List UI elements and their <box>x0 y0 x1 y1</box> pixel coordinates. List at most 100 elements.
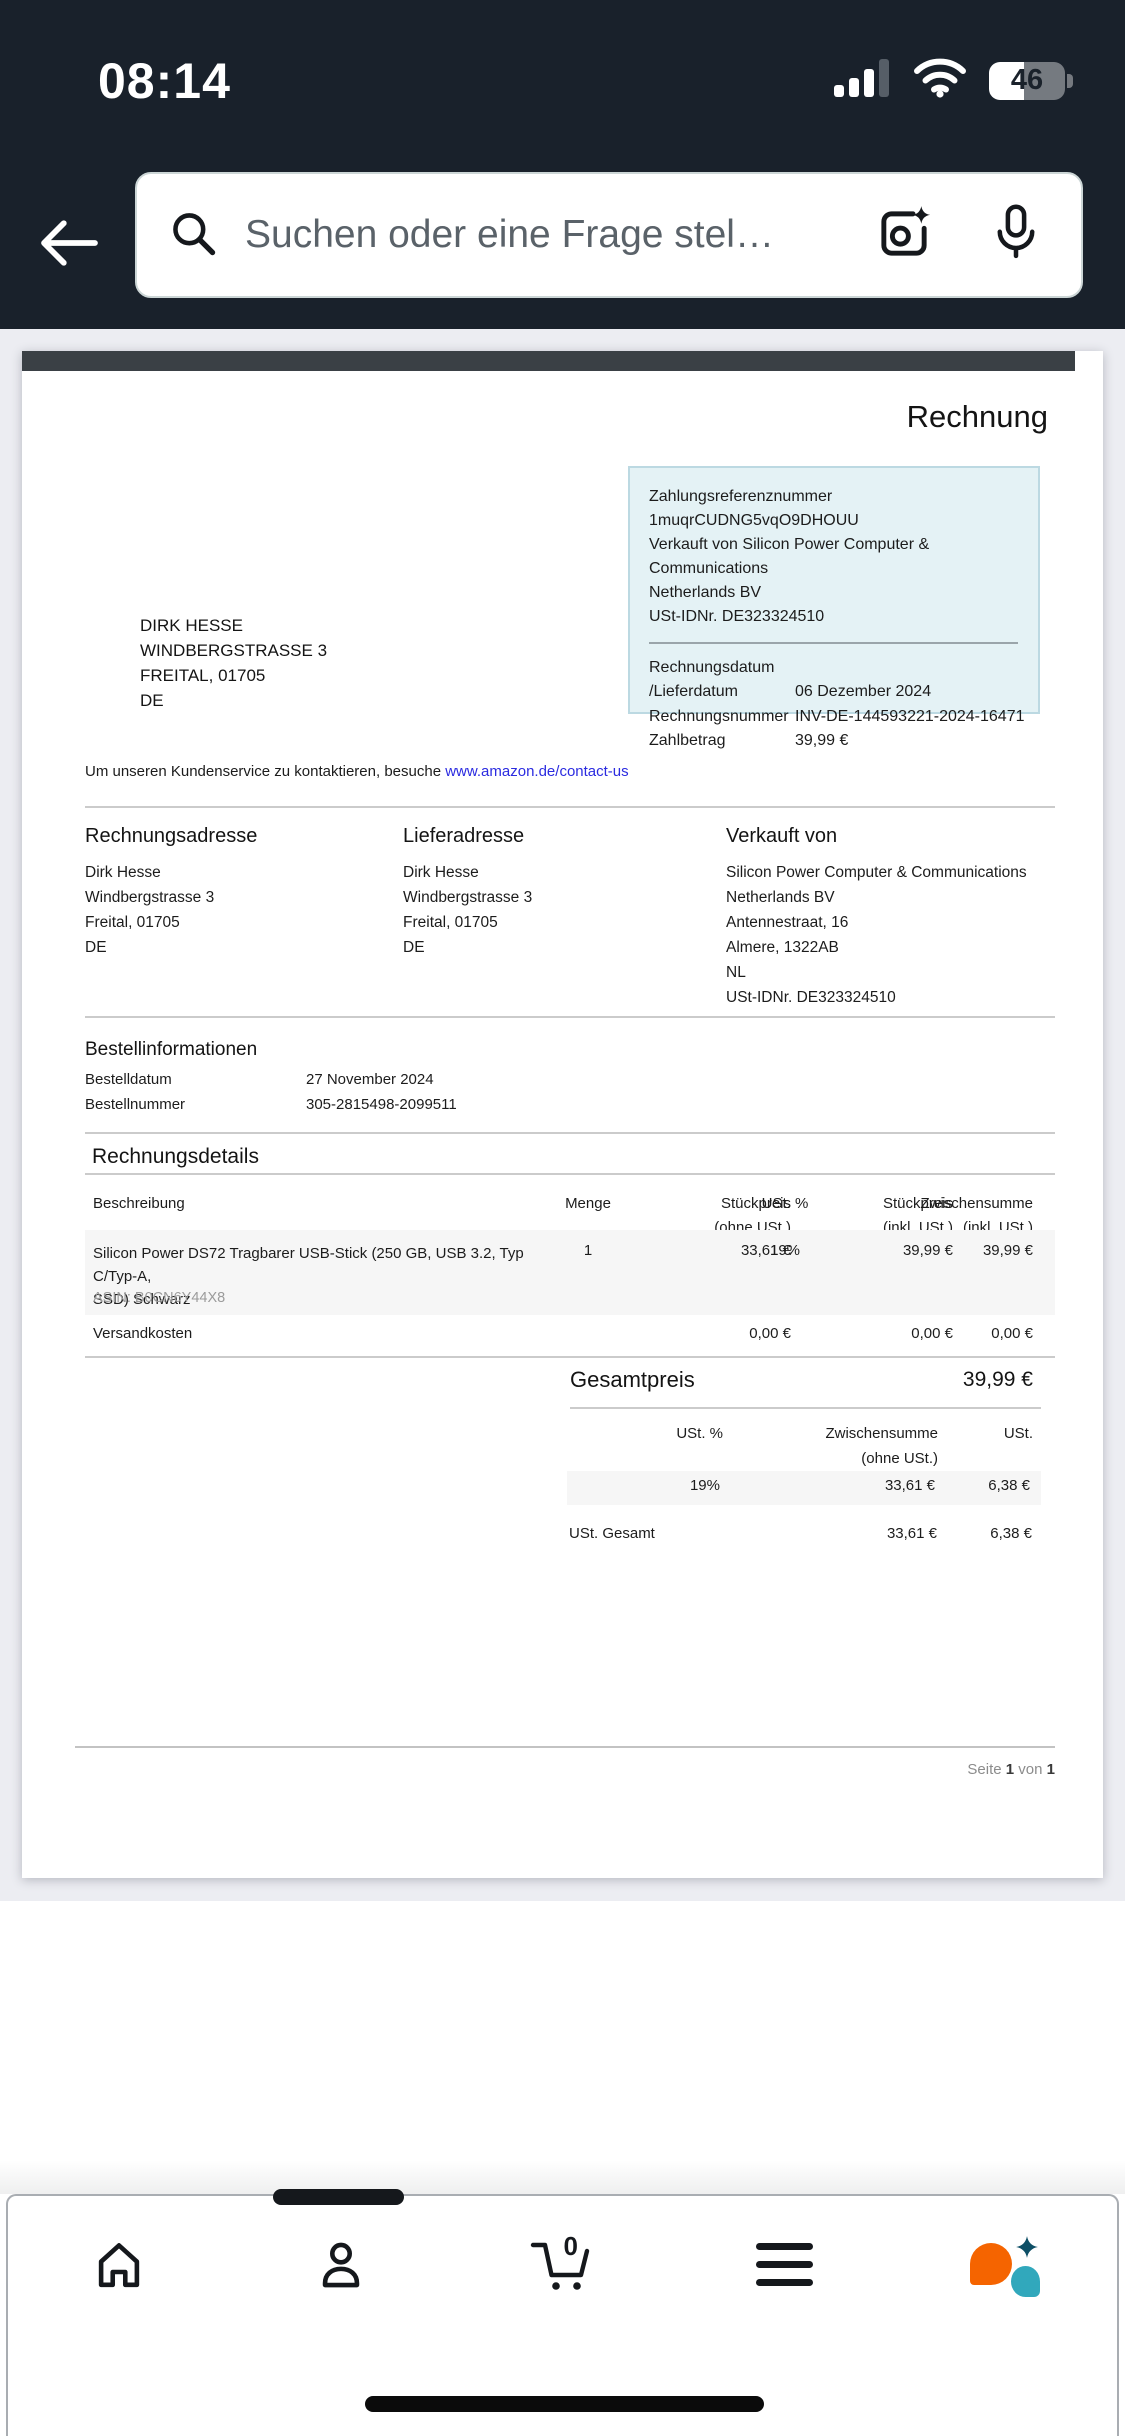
vat-header-vat: USt. <box>943 1421 1033 1446</box>
wifi-icon <box>913 58 967 103</box>
home-indicator[interactable] <box>365 2396 764 2412</box>
amount-value: 39,99 € <box>795 729 1038 753</box>
vat-row-net: 33,61 € <box>735 1477 935 1494</box>
page-number: Seite 1 von 1 <box>967 1761 1055 1778</box>
search-row: Suchen oder eine Frage stel… <box>0 160 1125 310</box>
search-bar[interactable]: Suchen oder eine Frage stel… <box>135 172 1083 298</box>
nav-profile-button[interactable] <box>230 2236 452 2296</box>
battery-icon: 46 <box>989 62 1073 100</box>
item-quantity: 1 <box>548 1242 628 1259</box>
billing-line: Dirk Hesse <box>85 860 257 885</box>
order-number-row: Bestellnummer 305-2815498-2099511 <box>85 1092 457 1117</box>
order-date-value: 27 November 2024 <box>306 1067 434 1092</box>
clock: 08:14 <box>98 52 231 110</box>
search-icon <box>167 207 219 264</box>
order-number-value: 305-2815498-2099511 <box>306 1092 457 1117</box>
cart-count-badge: 0 <box>563 2231 577 2262</box>
shipping-line: DE <box>403 935 532 960</box>
customer-service-text: Um unseren Kundenservice zu kontaktieren… <box>85 763 445 780</box>
profile-icon <box>312 2236 370 2297</box>
invoice-date-value: 06 Dezember 2024 <box>795 680 1038 704</box>
amount-row: Zahlbetrag 39,99 € <box>649 729 1038 753</box>
vat-header-net-l2: (ohne USt.) <box>738 1446 938 1471</box>
line-item-row: Silicon Power DS72 Tragbarer USB-Stick (… <box>85 1230 1055 1315</box>
vat-row-vat: 6,38 € <box>940 1477 1030 1494</box>
page-num: 1 <box>1006 1761 1014 1778</box>
sold-by-line: Verkauft von Silicon Power Computer & Co… <box>649 533 1038 581</box>
item-name-l1: Silicon Power DS72 Tragbarer USB-Stick (… <box>93 1242 553 1288</box>
header-subtotal-l1: Zwischensumme <box>843 1192 1033 1216</box>
amount-label: Zahlbetrag <box>649 729 795 753</box>
vat-total-label: USt. Gesamt <box>569 1525 655 1542</box>
payment-reference: Zahlungsreferenznummer 1muqrCUDNG5vqO9DH… <box>649 485 1038 533</box>
recipient-address: DIRK HESSE WINDBERGSTRASSE 3 FREITAL, 01… <box>140 613 327 713</box>
invoice-number-row: Rechnungsnummer INV-DE-144593221-2024-16… <box>649 705 1038 729</box>
microphone-icon[interactable] <box>987 202 1045 269</box>
pdf-page-topbar <box>22 351 1075 371</box>
back-button[interactable] <box>30 206 106 282</box>
invoice-date-label2: /Lieferdatum <box>649 683 738 700</box>
vat-row-pct: 19% <box>570 1477 720 1494</box>
order-info-title: Bestellinformationen <box>85 1039 257 1061</box>
vat-header-net-l1: Zwischensumme <box>738 1421 938 1446</box>
invoice-date-row: Rechnungsdatum /Lieferdatum 06 Dezember … <box>649 656 1038 704</box>
nav-items: 0 <box>8 2236 1117 2296</box>
nav-rufus-button[interactable] <box>895 2236 1117 2296</box>
shipping-label: Versandkosten <box>93 1325 192 1342</box>
billing-line: Windbergstrasse 3 <box>85 885 257 910</box>
nav-home-button[interactable] <box>8 2236 230 2296</box>
shipping-subtotal: 0,00 € <box>843 1325 1033 1342</box>
divider <box>85 1173 1055 1175</box>
seller-line: USt-IDNr. DE323324510 <box>726 985 1027 1010</box>
nav-menu-button[interactable] <box>673 2236 895 2296</box>
divider <box>570 1407 1041 1409</box>
invoice-details-title: Rechnungsdetails <box>92 1145 259 1169</box>
page-word: Seite <box>967 1761 1001 1778</box>
footer-divider <box>75 1746 1055 1748</box>
vat-total-row: USt. Gesamt 33,61 € 6,38 € <box>569 1521 1041 1551</box>
search-input[interactable]: Suchen oder eine Frage stel… <box>245 213 873 257</box>
billing-line: DE <box>85 935 257 960</box>
status-bar: 08:14 46 <box>0 52 1125 108</box>
pdf-viewer[interactable]: Rechnung Zahlungsreferenznummer 1muqrCUD… <box>0 329 1125 1901</box>
shipping-title: Lieferadresse <box>403 825 532 848</box>
vat-id-line: USt-IDNr. DE323324510 <box>649 605 1038 629</box>
seller-line: Antennestraat, 16 <box>726 910 1027 935</box>
grand-total-value: 39,99 € <box>963 1368 1033 1392</box>
shipping-line: Windbergstrasse 3 <box>403 885 532 910</box>
order-number-label: Bestellnummer <box>85 1092 306 1117</box>
item-subtotal: 39,99 € <box>843 1242 1033 1259</box>
billing-address-column: Rechnungsadresse Dirk Hesse Windbergstra… <box>85 825 257 960</box>
recipient-country: DE <box>140 688 327 713</box>
rufus-icon <box>970 2235 1042 2297</box>
status-icons: 46 <box>834 58 1073 103</box>
cart-icon: 0 <box>530 2237 594 2295</box>
vat-rate-row: 19% 33,61 € 6,38 € <box>567 1471 1041 1505</box>
shipping-line: Freital, 01705 <box>403 910 532 935</box>
of-word: von <box>1018 1761 1042 1778</box>
seller-column: Verkauft von Silicon Power Computer & Co… <box>726 825 1027 1010</box>
nav-cart-button[interactable]: 0 <box>452 2236 674 2296</box>
total-pages: 1 <box>1047 1761 1055 1778</box>
cellular-signal-icon <box>834 59 891 102</box>
vat-header-pct: USt. % <box>573 1421 723 1446</box>
payment-reference-box: Zahlungsreferenznummer 1muqrCUDNG5vqO9DH… <box>628 466 1040 714</box>
app-header: 08:14 46 <box>0 0 1125 329</box>
hamburger-menu-icon <box>756 2243 813 2290</box>
camera-lens-icon[interactable] <box>873 202 935 269</box>
seller-line: Silicon Power Computer & Communications <box>726 860 1027 885</box>
box-divider <box>649 642 1018 644</box>
customer-service-line: Um unseren Kundenservice zu kontaktieren… <box>85 763 629 780</box>
order-info-rows: Bestelldatum 27 November 2024 Bestellnum… <box>85 1067 457 1117</box>
seller-title: Verkauft von <box>726 825 1027 848</box>
header-quantity: Menge <box>548 1192 628 1216</box>
seller-line: NL <box>726 960 1027 985</box>
vat-total-net: 33,61 € <box>737 1525 937 1542</box>
contact-link[interactable]: www.amazon.de/contact-us <box>445 763 628 780</box>
divider <box>85 1016 1055 1018</box>
shipping-address-column: Lieferadresse Dirk Hesse Windbergstrasse… <box>403 825 532 960</box>
shipping-net: 0,00 € <box>631 1325 791 1342</box>
bottom-navigation: 0 <box>6 2194 1119 2436</box>
billing-line: Freital, 01705 <box>85 910 257 935</box>
sold-by-line2: Netherlands BV <box>649 581 1038 605</box>
